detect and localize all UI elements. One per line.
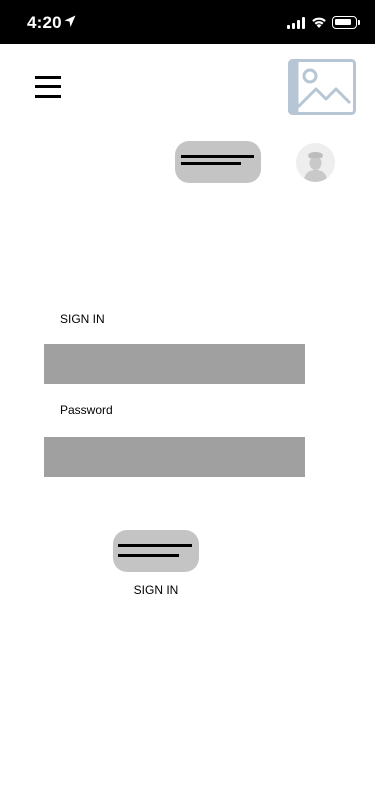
- text-line-placeholder: [181, 162, 241, 165]
- top-action-button[interactable]: [175, 141, 261, 183]
- image-placeholder-icon: [288, 59, 356, 115]
- location-arrow-icon: [64, 15, 76, 27]
- status-bar: 4:20: [0, 0, 375, 44]
- sign-in-caption: SIGN IN: [133, 583, 179, 597]
- username-field[interactable]: [44, 344, 305, 384]
- username-label: SIGN IN: [60, 312, 105, 326]
- password-field[interactable]: [44, 437, 305, 477]
- text-line-placeholder: [118, 544, 192, 547]
- wifi-icon: [312, 17, 326, 28]
- hamburger-menu-icon[interactable]: [35, 75, 61, 99]
- password-label: Password: [60, 403, 113, 417]
- cellular-signal-icon: [287, 17, 305, 29]
- battery-cap: [358, 20, 360, 25]
- status-time: 4:20: [27, 13, 62, 32]
- battery-icon: [332, 16, 357, 29]
- text-line-placeholder: [118, 554, 179, 557]
- sign-in-button[interactable]: [113, 530, 199, 572]
- user-avatar-icon[interactable]: [296, 143, 335, 182]
- text-line-placeholder: [181, 155, 254, 158]
